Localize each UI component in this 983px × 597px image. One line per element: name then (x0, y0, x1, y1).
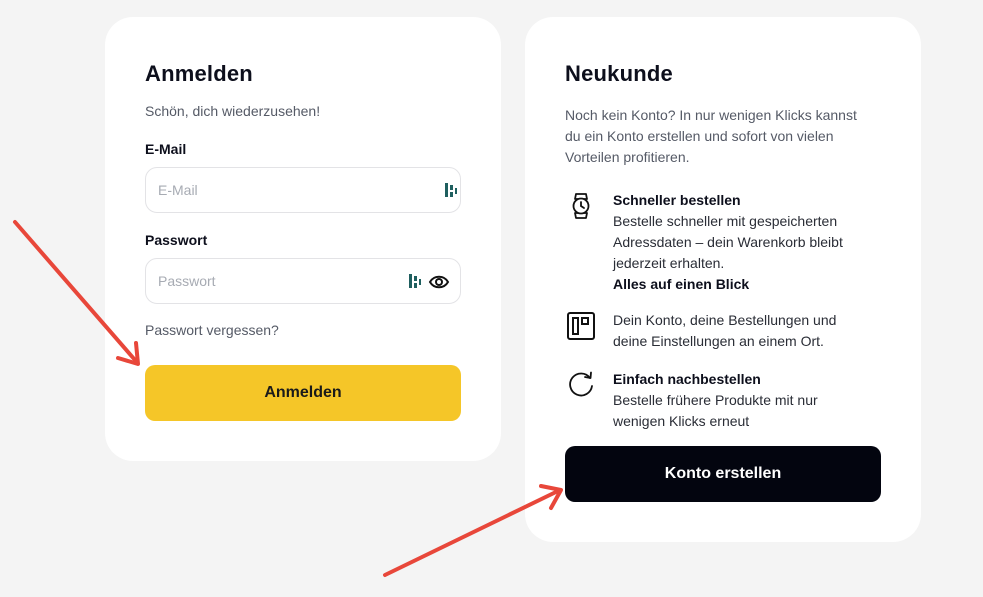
forgot-password-link[interactable]: Passwort vergessen? (145, 322, 279, 338)
benefit-item: Dein Konto, deine Bestellungen und deine… (565, 310, 865, 354)
register-card: Neukunde Noch kein Konto? In nur wenigen… (525, 17, 921, 542)
login-subtitle: Schön, dich wiederzusehen! (145, 103, 321, 119)
benefit-text: Dein Konto, deine Bestellungen und deine… (613, 312, 837, 349)
login-card: Anmelden Schön, dich wiederzusehen! E-Ma… (105, 17, 501, 461)
dashboard-icon (567, 312, 595, 340)
benefit-text: Bestelle frühere Produkte mit nur wenige… (613, 392, 818, 429)
email-field-wrapper (145, 167, 461, 213)
benefit-item: Einfach nachbestellen Bestelle frühere P… (565, 369, 865, 433)
password-manager-icon[interactable] (444, 182, 458, 198)
benefit-heading: Schneller bestellen (613, 192, 741, 208)
password-manager-icon[interactable] (408, 273, 422, 289)
eye-icon[interactable] (428, 272, 450, 292)
email-field[interactable] (146, 168, 460, 212)
password-label: Passwort (145, 232, 208, 248)
benefit-item: Schneller bestellen Bestelle schneller m… (565, 190, 865, 292)
email-label: E-Mail (145, 141, 187, 157)
benefit-text: Bestelle schneller mit gespeicherten Adr… (613, 213, 843, 271)
create-account-button[interactable]: Konto erstellen (565, 446, 881, 502)
login-title: Anmelden (145, 61, 253, 86)
register-title: Neukunde (565, 61, 673, 86)
refresh-icon (569, 371, 593, 397)
register-intro: Noch kein Konto? In nur wenigen Klicks k… (565, 107, 857, 165)
benefit-heading: Alles auf einen Blick (613, 276, 750, 292)
watch-icon (572, 193, 590, 219)
benefit-heading: Einfach nachbestellen (613, 371, 761, 387)
login-button[interactable]: Anmelden (145, 365, 461, 421)
password-field-wrapper (145, 258, 461, 304)
